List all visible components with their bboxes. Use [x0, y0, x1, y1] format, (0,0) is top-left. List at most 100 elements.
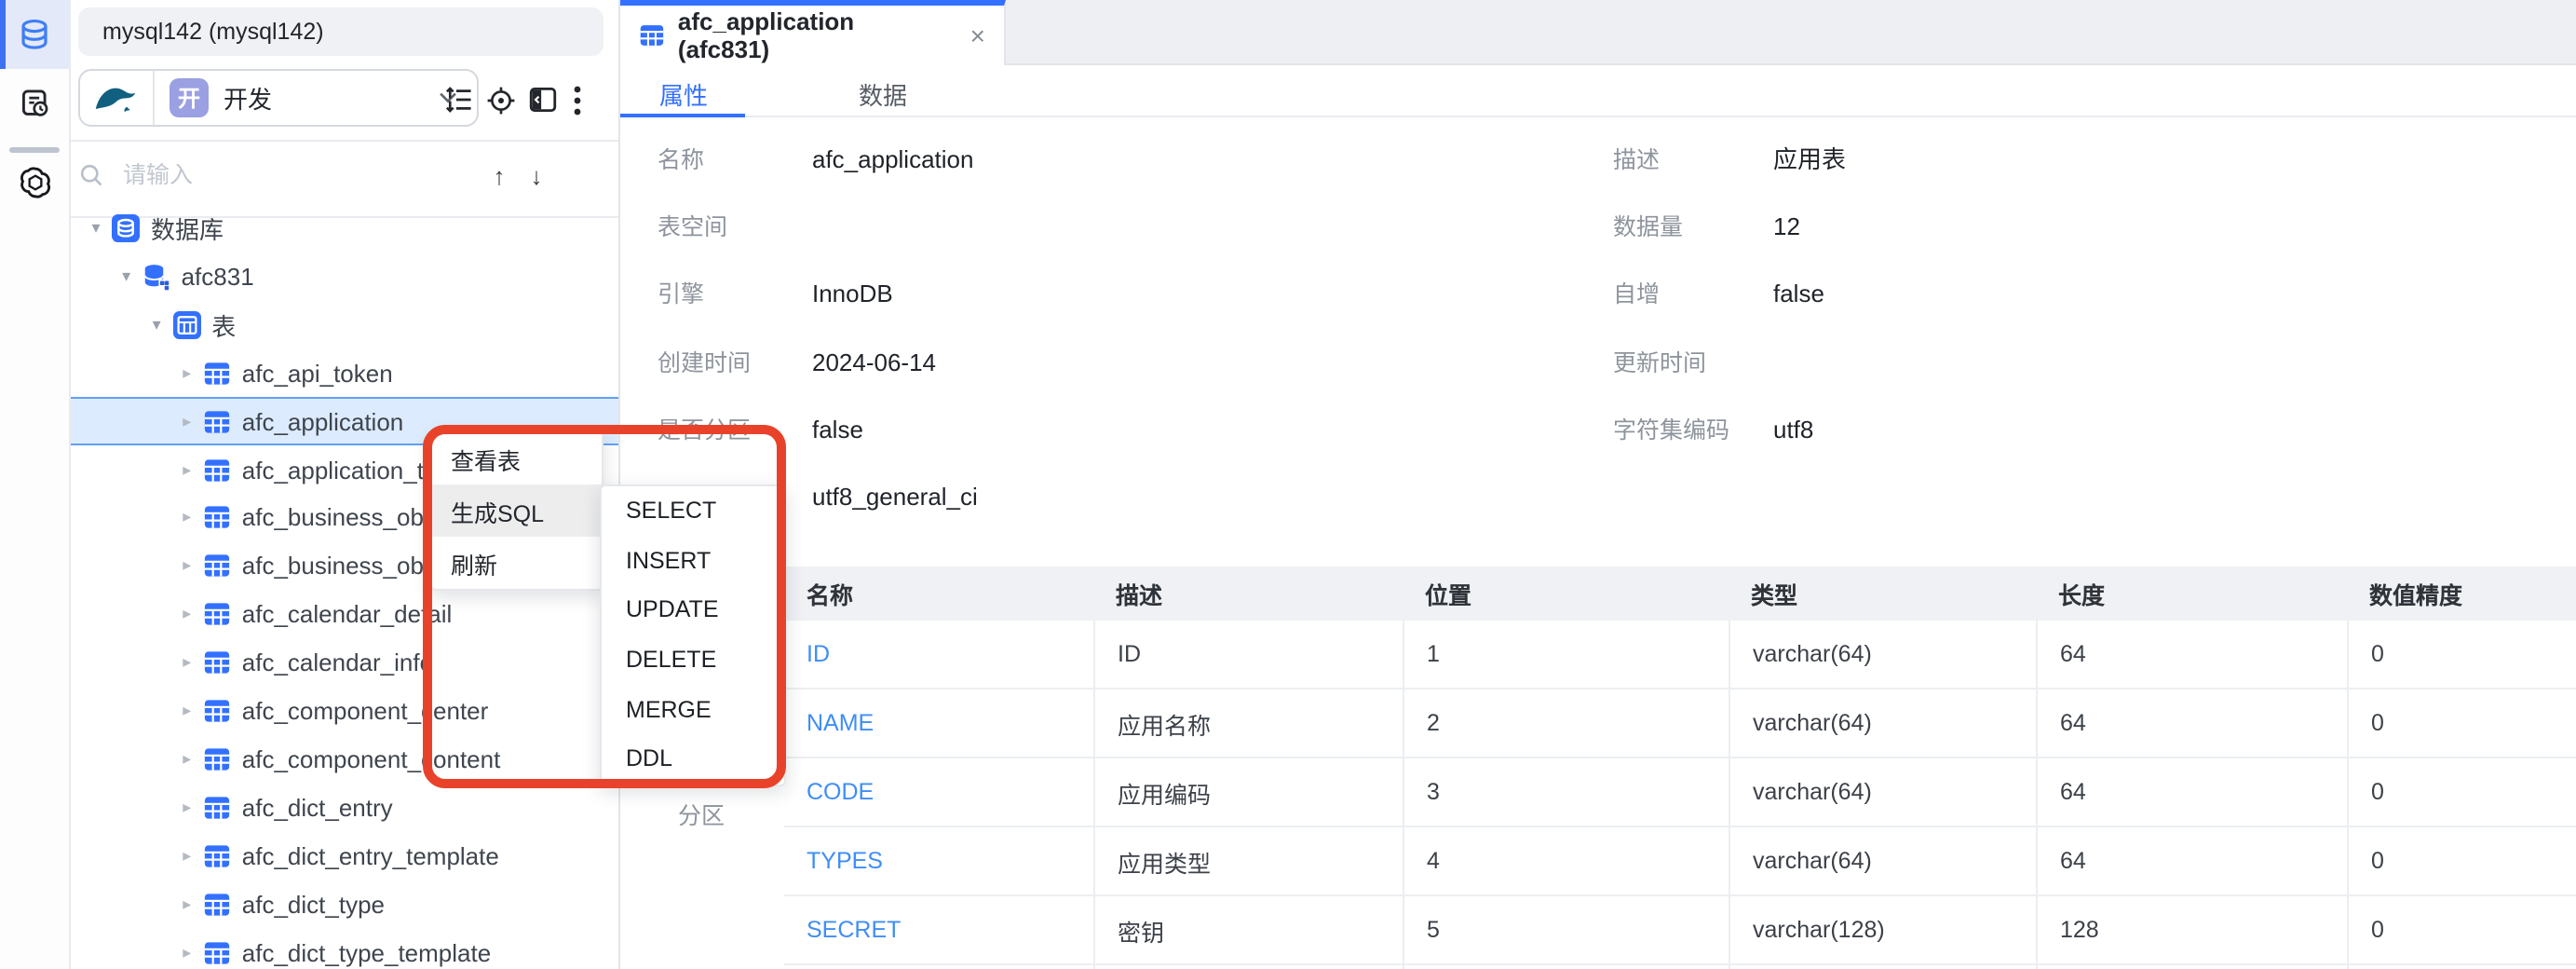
subtab-data[interactable]: 数据 — [859, 76, 907, 112]
collapse-arrow-icon[interactable]: ▸ — [177, 604, 197, 624]
table-icon — [203, 745, 231, 773]
history-nav-icon[interactable] — [0, 88, 69, 121]
table-row: TYPES应用类型4varchar(64)640 — [784, 827, 2576, 896]
collapse-arrow-icon[interactable]: ▸ — [177, 942, 197, 962]
table-cell: 3 — [1403, 758, 1729, 826]
tree-item-afc_dict_type_template[interactable]: ▸ afc_dict_type_template — [71, 928, 618, 969]
table-icon — [203, 600, 231, 628]
property-label: 更新时间 — [1613, 348, 1706, 378]
collapse-arrow-icon[interactable]: ▸ — [177, 508, 197, 528]
tab-close-icon[interactable]: × — [970, 22, 985, 48]
tree-item-afc_dict_entry_template[interactable]: ▸afc_dict_entry_template — [71, 831, 618, 880]
table-cell: 0 — [2347, 758, 2576, 826]
table-cell — [2036, 965, 2347, 969]
tab-afc-application[interactable]: afc_application (afc831) × — [620, 0, 1006, 65]
table-cell: varchar(64) — [1729, 758, 2036, 826]
property-value: false — [1773, 280, 1824, 309]
column-header: 描述 — [1093, 566, 1403, 621]
schema-icon — [142, 263, 170, 291]
property-label: 创建时间 — [658, 348, 751, 378]
table-icon — [203, 890, 231, 918]
search-bar: ↑ ↓ — [78, 149, 603, 201]
tree-item-afc_api_token[interactable]: ▸afc_api_token — [71, 348, 618, 397]
expand-arrow-icon[interactable]: ▾ — [116, 266, 137, 287]
table-icon — [203, 553, 231, 580]
rail-divider — [9, 147, 60, 153]
subtab-active-indicator — [620, 113, 745, 117]
ai-assistant-icon — [16, 164, 53, 201]
reorder-list-icon[interactable] — [443, 84, 475, 116]
collapse-arrow-icon[interactable]: ▸ — [177, 411, 197, 431]
dropdown-divider — [153, 71, 155, 125]
search-prev-icon[interactable]: ↑ — [481, 161, 518, 189]
kebab-menu-icon[interactable] — [570, 84, 585, 116]
ai-assistant-nav-icon[interactable] — [0, 164, 69, 201]
table-cell — [1093, 965, 1403, 969]
tree-item-afc_dict_type[interactable]: ▸ afc_dict_type — [71, 880, 618, 928]
property-value: false — [812, 416, 863, 445]
connection-header[interactable]: mysql142 (mysql142) — [78, 7, 603, 56]
collapse-arrow-icon[interactable]: ▸ — [177, 701, 197, 721]
tree-item-label: afc831 — [182, 263, 254, 291]
column-name-link[interactable]: SECRET — [784, 896, 1093, 963]
property-label: 描述 — [1613, 144, 1660, 174]
column-name-link[interactable]: ID — [784, 621, 1093, 688]
property-value: 12 — [1773, 212, 1800, 241]
column-header: 类型 — [1729, 566, 2036, 621]
column-header: 长度 — [2036, 566, 2347, 621]
column-name-link[interactable]: TYPES — [784, 827, 1093, 894]
collapse-panel-icon[interactable] — [527, 84, 559, 116]
collapse-arrow-icon[interactable]: ▸ — [177, 556, 197, 577]
app-root: mysql142 (mysql142) 开 开发 — [0, 0, 2576, 969]
table-cell — [2347, 965, 2576, 969]
tree-item-label: afc_dict_entry — [242, 794, 393, 822]
table-cell: 1 — [1403, 621, 1729, 688]
property-label: 表空间 — [658, 212, 727, 241]
collapse-arrow-icon[interactable]: ▸ — [177, 459, 197, 480]
table-cell: 密钥 — [1093, 896, 1403, 963]
tree-item-label: afc_dict_type_template — [242, 938, 491, 966]
tree-item-label: 表 — [211, 307, 236, 343]
property-value: 应用表 — [1773, 144, 1846, 174]
column-name-link[interactable]: CODE — [784, 758, 1093, 826]
search-next-icon[interactable]: ↓ — [518, 161, 555, 189]
environment-dropdown[interactable]: 开 开发 — [78, 69, 479, 127]
table-cell — [1403, 965, 1729, 969]
expand-arrow-icon[interactable]: ▾ — [146, 315, 167, 335]
table-icon — [203, 938, 231, 966]
database-nav-icon[interactable] — [0, 17, 69, 52]
expand-arrow-icon[interactable]: ▾ — [86, 218, 106, 239]
property-label: 字符集编码 — [1613, 416, 1729, 445]
column-name-link[interactable]: NAME — [784, 689, 1093, 757]
tree-item-label: afc_dict_type — [242, 890, 385, 918]
collapse-arrow-icon[interactable]: ▸ — [177, 845, 197, 866]
collapse-arrow-icon[interactable]: ▸ — [177, 362, 197, 383]
env-badge: 开 — [169, 78, 209, 117]
table-cell — [784, 965, 1093, 969]
collapse-arrow-icon[interactable]: ▸ — [177, 894, 197, 914]
tree-item-label: afc_calendar_info — [242, 648, 433, 676]
collapse-arrow-icon[interactable]: ▸ — [177, 798, 197, 818]
table-cell: 0 — [2347, 896, 2576, 963]
connection-label: mysql142 (mysql142) — [102, 19, 324, 45]
locate-target-icon[interactable] — [484, 84, 516, 116]
mysql-dolphin-icon — [93, 82, 138, 114]
search-input[interactable] — [119, 160, 481, 190]
collapse-arrow-icon[interactable]: ▸ — [177, 652, 197, 673]
table-cell: ID — [1093, 621, 1403, 688]
tree-item-afc831[interactable]: ▾ afc831 — [71, 252, 618, 301]
table-row: CODE应用编码3varchar(64)640 — [784, 758, 2576, 827]
table-icon — [203, 697, 231, 725]
tree-item-afc_dict_entry[interactable]: ▸ afc_dict_entry — [71, 784, 618, 832]
property-value: afc_application — [812, 144, 973, 174]
subtab-properties[interactable]: 属性 — [659, 76, 708, 112]
tree-item-label: 数据库 — [151, 211, 224, 246]
table-icon — [203, 504, 231, 532]
tree-item-表[interactable]: ▾表 — [71, 301, 618, 349]
tree-item-数据库[interactable]: ▾ 数据库 — [71, 204, 618, 252]
table-icon — [203, 648, 231, 676]
table-row-partial — [784, 965, 2576, 969]
collapse-arrow-icon[interactable]: ▸ — [177, 749, 197, 770]
property-value: utf8_general_ci — [812, 483, 978, 512]
table-cell: varchar(64) — [1729, 827, 2036, 894]
